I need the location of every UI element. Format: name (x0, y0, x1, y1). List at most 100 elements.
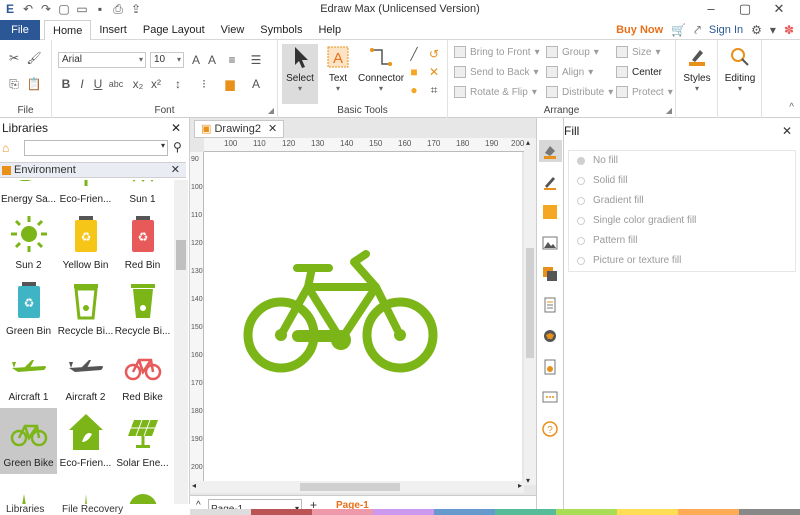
list-item[interactable]: Eco-Frien... (57, 180, 114, 210)
subscript-icon[interactable]: x₂ (130, 76, 146, 92)
bring-to-front-button[interactable]: Bring to Front ▾ (454, 46, 540, 58)
center-button[interactable]: Center (616, 66, 662, 78)
font-size-select[interactable]: 10 ▾ (150, 52, 184, 68)
editing-button[interactable]: Editing ▾ (722, 44, 758, 93)
libraries-footer-tab[interactable]: Libraries (6, 504, 44, 515)
tab-help[interactable]: Help (310, 20, 349, 40)
layers-icon[interactable] (542, 266, 558, 282)
send-to-back-button[interactable]: Send to Back ▾ (454, 66, 539, 78)
font-color-icon[interactable]: A (248, 76, 264, 92)
close-category-icon[interactable]: ✕ (171, 163, 180, 177)
help-icon[interactable]: ? (542, 421, 558, 437)
collapse-ribbon-icon[interactable]: ^ (789, 102, 794, 113)
shrink-font-icon[interactable]: A (204, 52, 220, 68)
bold-icon[interactable]: B (58, 76, 74, 92)
italic-icon[interactable]: I (74, 76, 90, 92)
superscript-icon[interactable]: x² (148, 76, 164, 92)
page-icon[interactable] (542, 297, 558, 313)
tab-view[interactable]: View (213, 20, 253, 40)
list-item[interactable]: Aircraft 2 (57, 342, 114, 408)
hyperlink-globe-icon[interactable] (542, 328, 558, 344)
scroll-down-icon[interactable]: ▾ (526, 476, 530, 485)
maximize-button[interactable]: ▢ (728, 1, 762, 17)
shadow-icon[interactable] (542, 204, 558, 220)
line-spacing-icon[interactable]: ☰ (248, 52, 264, 68)
drawing-page[interactable] (204, 152, 522, 485)
list-item[interactable]: ♻ Red Bin (114, 210, 171, 276)
tab-page-layout[interactable]: Page Layout (135, 20, 213, 40)
list-item[interactable]: ♻ Yellow Bin (57, 210, 114, 276)
rectangle-icon[interactable]: ■ (406, 64, 422, 80)
styles-button[interactable]: Styles ▾ (679, 44, 715, 93)
gear-icon[interactable]: ⚙ (751, 23, 762, 37)
list-item[interactable]: Recycle Bi... (114, 276, 171, 342)
list-item[interactable]: ♻ Green Bin (0, 276, 57, 342)
text-direction-icon[interactable]: ↕ (170, 76, 186, 92)
search-icon[interactable]: ⚲ (173, 140, 182, 154)
close-document-icon[interactable]: ✕ (268, 123, 277, 135)
bullets-icon[interactable]: ⁝ (196, 76, 212, 92)
fill-option-pattern[interactable]: Pattern fill (577, 235, 637, 246)
font-dialog-launcher[interactable]: ◢ (268, 106, 274, 115)
group-button[interactable]: Group ▾ (546, 46, 599, 58)
canvas-vertical-scrollbar[interactable]: ▴ ▾ (524, 138, 536, 485)
list-item[interactable]: Sun 1 (114, 180, 171, 210)
ellipse-icon[interactable]: ● (406, 82, 422, 98)
home-icon[interactable]: ⌂ (2, 141, 9, 155)
canvas-vscroll-thumb[interactable] (526, 248, 534, 358)
bike-shape[interactable] (204, 152, 522, 485)
document-tab[interactable]: ▣ Drawing2 ✕ (194, 120, 285, 138)
fill-option-single-color-gradient[interactable]: Single color gradient fill (577, 215, 696, 226)
line-icon[interactable]: ╱ (406, 46, 422, 62)
fill-option-gradient[interactable]: Gradient fill (577, 195, 644, 206)
grow-font-icon[interactable]: A (188, 52, 204, 68)
scroll-right-icon[interactable]: ▸ (518, 481, 522, 490)
cart-icon[interactable]: 🛒 (671, 23, 686, 37)
chevron-down-icon[interactable]: ▾ (770, 23, 776, 37)
attachment-icon[interactable] (542, 359, 558, 375)
libraries-scrollbar[interactable] (174, 180, 188, 515)
line-style-icon[interactable] (542, 174, 558, 190)
list-item[interactable]: Solar Ene... (114, 408, 171, 474)
cross-icon[interactable]: ✕ (426, 64, 442, 80)
paste-icon[interactable]: 📋 (26, 76, 42, 92)
select-tool-button[interactable]: Select ▾ (282, 44, 318, 104)
size-button[interactable]: Size ▾ (616, 46, 660, 58)
rotate-flip-button[interactable]: Rotate & Flip ▾ (454, 86, 537, 98)
close-button[interactable]: ✕ (762, 1, 796, 17)
sign-in-link[interactable]: Sign In (709, 24, 743, 36)
minimize-button[interactable]: – (694, 1, 728, 17)
tab-insert[interactable]: Insert (91, 20, 135, 40)
share-icon[interactable]: ⤤ (694, 23, 701, 38)
fill-icon[interactable] (542, 143, 558, 159)
fill-option-picture[interactable]: Picture or texture fill (577, 255, 681, 266)
list-item[interactable]: Green Bike (0, 408, 57, 474)
connector-tool-button[interactable]: Connector ▾ (358, 44, 404, 93)
font-name-select[interactable]: Arial ▾ (58, 52, 146, 68)
align-button[interactable]: Align ▾ (546, 66, 593, 78)
category-environment[interactable]: Environment ✕ (0, 162, 186, 178)
cut-icon[interactable]: ✂ (6, 50, 22, 66)
arrange-dialog-launcher[interactable]: ◢ (666, 106, 672, 115)
distribute-button[interactable]: Distribute ▾ (546, 86, 613, 98)
close-libraries-icon[interactable]: ✕ (171, 118, 181, 138)
fill-option-solid[interactable]: Solid fill (577, 175, 627, 186)
list-item[interactable]: Red Bike (114, 342, 171, 408)
buy-now-link[interactable]: Buy Now (616, 24, 663, 36)
color-palette-strip[interactable] (190, 509, 800, 515)
protect-button[interactable]: Protect ▾ (616, 86, 673, 98)
align-icon[interactable]: ≡ (224, 52, 240, 68)
file-recovery-tab[interactable]: File Recovery (62, 504, 123, 515)
text-tool-button[interactable]: A Text ▾ (320, 44, 356, 93)
tab-home[interactable]: Home (44, 20, 92, 41)
list-item[interactable]: Recycle Bi... (57, 276, 114, 342)
tab-symbols[interactable]: Symbols (252, 20, 310, 40)
fill-option-no-fill[interactable]: No fill (577, 155, 618, 166)
list-item[interactable]: Eco-Frien... (57, 408, 114, 474)
crop-icon[interactable]: ⌗ (426, 82, 442, 98)
apps-icon[interactable]: ✽ (784, 23, 794, 37)
close-fill-panel-icon[interactable]: ✕ (782, 124, 792, 138)
file-menu[interactable]: File (0, 20, 40, 40)
library-search-input[interactable]: ▾ (24, 140, 168, 156)
underline-icon[interactable]: U (90, 76, 106, 92)
